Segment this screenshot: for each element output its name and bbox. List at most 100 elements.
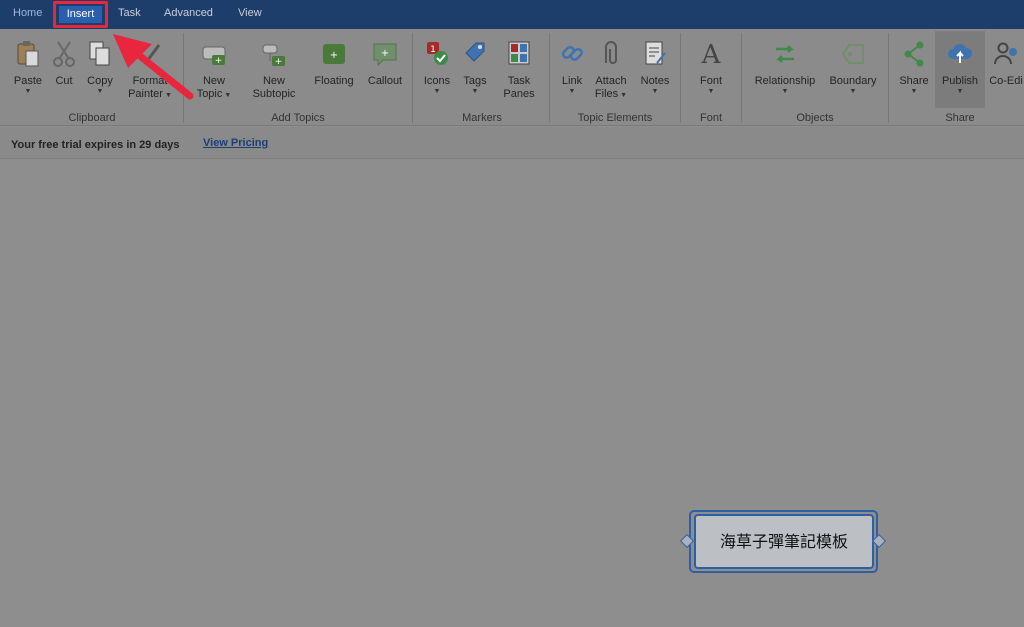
svg-text:+: + [215, 56, 223, 66]
attach-files-label-2: Files [594, 88, 619, 100]
chevron-down-icon: ▼ [96, 88, 104, 95]
share-button[interactable]: Share ▼ [897, 39, 931, 96]
share-icon [904, 41, 924, 67]
copy-icon [89, 41, 110, 66]
icons-button[interactable]: 1 Icons ▼ [420, 39, 454, 96]
boundary-button[interactable]: Boundary ▼ [826, 39, 880, 96]
trial-banner: Your free trial expires in 29 days View … [0, 127, 1024, 159]
chevron-down-icon: ▼ [849, 88, 857, 95]
view-pricing-link[interactable]: View Pricing [203, 137, 268, 149]
chevron-down-icon: ▼ [24, 88, 32, 95]
cut-label: Cut [55, 75, 73, 87]
format-painter-label-2: Painter [128, 88, 163, 100]
tags-button[interactable]: Tags ▼ [460, 39, 490, 96]
chevron-down-icon: ▼ [620, 92, 628, 99]
link-label: Link [561, 75, 583, 87]
notes-label: Notes [640, 75, 670, 87]
tab-task[interactable]: Task [118, 7, 141, 19]
group-label-objects: Objects [796, 112, 834, 124]
co-edit-label: Co-Edi [989, 75, 1023, 87]
notes-icon [645, 41, 666, 65]
co-edit-icon [994, 42, 1017, 65]
svg-text:+: + [381, 48, 389, 59]
notes-button[interactable]: Notes ▼ [637, 39, 673, 96]
share-label: Share [899, 75, 929, 87]
format-painter-label-1: Format [132, 75, 168, 87]
tab-home[interactable]: Home [13, 7, 42, 19]
group-divider [549, 33, 550, 123]
new-subtopic-button[interactable]: + New Subtopic [248, 39, 300, 101]
callout-button[interactable]: + Callout [364, 39, 406, 88]
callout-label: Callout [367, 75, 403, 87]
relationship-button[interactable]: Relationship ▼ [751, 39, 819, 96]
copy-label: Copy [87, 75, 113, 87]
scissors-icon [53, 41, 75, 67]
marker-icons-icon: 1 [427, 42, 448, 65]
paste-label: Paste [13, 75, 43, 87]
group-label-topic-elements: Topic Elements [577, 112, 653, 124]
tab-view[interactable]: View [238, 7, 262, 19]
callout-icon: + [373, 43, 397, 67]
tags-label: Tags [463, 75, 487, 87]
paintbrush-icon [143, 44, 161, 65]
group-label-add-topics: Add Topics [271, 112, 325, 124]
link-button[interactable]: Link ▼ [557, 39, 587, 96]
new-topic-icon: + [202, 46, 226, 66]
icons-label: Icons [423, 75, 451, 87]
attach-files-label-1: Attach [595, 75, 627, 87]
paperclip-icon [605, 41, 617, 64]
font-label: Font [699, 75, 722, 87]
attach-files-button[interactable]: Attach Files ▼ [592, 39, 630, 101]
format-painter-button[interactable]: Format Painter ▼ [124, 39, 176, 101]
svg-text:+: + [330, 50, 338, 61]
svg-text:A: A [701, 40, 722, 69]
chevron-down-icon: ▼ [707, 88, 715, 95]
link-icon [561, 45, 583, 61]
new-subtopic-label-1: New [262, 75, 285, 87]
cloud-upload-icon [948, 44, 973, 63]
paste-icon [17, 41, 39, 67]
tag-icon [465, 42, 485, 62]
task-panes-icon [508, 41, 530, 65]
copy-button[interactable]: Copy ▼ [84, 39, 116, 96]
chevron-down-icon: ▼ [568, 88, 576, 95]
tab-insert-highlight: Insert [53, 1, 108, 28]
tab-insert[interactable]: Insert [59, 6, 102, 23]
relationship-label: Relationship [754, 75, 816, 87]
publish-label: Publish [941, 75, 979, 87]
task-panes-button[interactable]: Task Panes [500, 39, 538, 101]
chevron-down-icon: ▼ [224, 92, 232, 99]
chevron-down-icon: ▼ [910, 88, 918, 95]
group-divider [888, 33, 889, 123]
chevron-down-icon: ▼ [956, 88, 964, 95]
floating-topic-icon: + [323, 44, 345, 64]
ribbon-tab-bar: Home Insert Task Advanced View [0, 0, 1024, 29]
svg-text:+: + [275, 57, 283, 67]
chevron-down-icon: ▼ [651, 88, 659, 95]
boundary-icon [841, 44, 864, 64]
chevron-down-icon: ▼ [781, 88, 789, 95]
cut-button[interactable]: Cut [51, 39, 77, 88]
task-panes-label-1: Task [507, 75, 531, 87]
task-panes-label-2: Panes [503, 88, 535, 100]
font-icon: A [701, 40, 722, 69]
group-divider [412, 33, 413, 123]
group-divider [680, 33, 681, 123]
floating-button[interactable]: + Floating [311, 39, 357, 88]
group-divider [741, 33, 742, 123]
new-topic-button[interactable]: + New Topic ▼ [196, 39, 232, 101]
group-divider [183, 33, 184, 123]
central-topic[interactable]: 海草子彈筆記模板 [694, 514, 874, 569]
font-button[interactable]: A Font ▼ [694, 39, 728, 96]
group-label-clipboard: Clipboard [68, 112, 116, 124]
paste-button[interactable]: Paste ▼ [11, 39, 45, 96]
floating-label: Floating [314, 75, 354, 87]
group-label-markers: Markers [462, 112, 502, 124]
co-edit-button[interactable]: Co-Edi [988, 39, 1024, 88]
publish-button[interactable]: Publish ▼ [937, 39, 983, 96]
group-label-font: Font [699, 112, 722, 124]
tab-advanced[interactable]: Advanced [164, 7, 213, 19]
new-topic-label-1: New [202, 75, 225, 87]
ribbon: Paste ▼ Cut Copy ▼ Format Painter ▼ Clipb… [0, 29, 1024, 126]
trial-message: Your free trial expires in 29 days [11, 139, 180, 151]
